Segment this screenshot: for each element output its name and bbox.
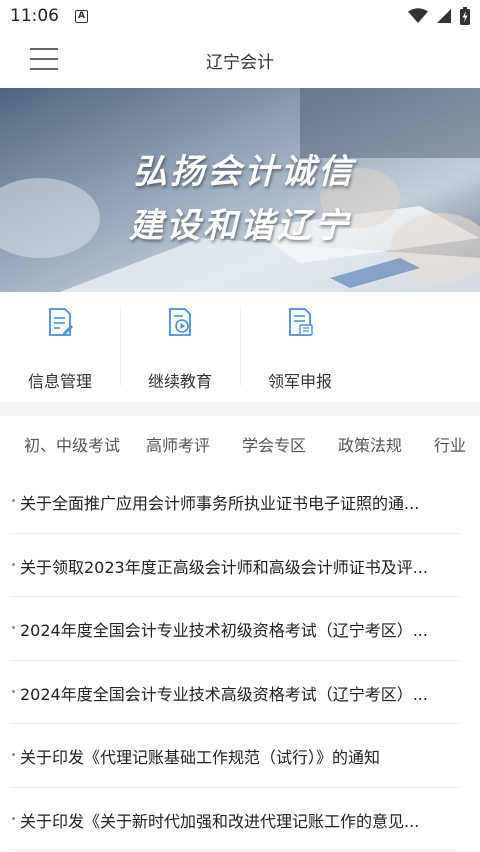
- quick-item-continuing-education[interactable]: 继续教育: [120, 292, 240, 402]
- bullet-dot-icon: [12, 626, 15, 629]
- news-title: 关于印发《代理记账基础工作规范（试行）》的通知: [20, 748, 381, 767]
- a-notification-icon: A: [75, 9, 88, 23]
- list-item[interactable]: 2024年度全国会计专业技术初级资格考试（辽宁考区）...: [10, 597, 460, 661]
- quick-menu: 信息管理 继续教育 领军申报: [0, 292, 480, 402]
- app-bar: 辽宁会计: [0, 32, 480, 88]
- bullet-dot-icon: [12, 689, 15, 693]
- wifi-icon: [408, 8, 428, 23]
- bullet-dot-icon: [12, 753, 15, 756]
- bullet-dot-icon: [12, 816, 15, 820]
- quick-item-label: 信息管理: [27, 372, 92, 391]
- news-title: 2024年度全国会计专业技术初级资格考试（辽宁考区）...: [20, 621, 428, 640]
- news-title: 关于领取2023年度正高级会计师和高级会计师证书及评...: [20, 557, 428, 577]
- quick-item-info-management[interactable]: 信息管理: [0, 292, 120, 402]
- battery-icon: [460, 7, 470, 25]
- status-icons: [408, 7, 470, 25]
- list-item[interactable]: 关于印发《关于新时代加强和改进代理记账工作的意见...: [10, 788, 460, 851]
- tab-senior-evaluation[interactable]: 高师考评: [146, 432, 210, 456]
- banner-image[interactable]: 弘扬会计诚信 建设和谐辽宁: [0, 88, 480, 292]
- quick-item-label: 领军申报: [267, 372, 332, 391]
- news-title: 关于印发《关于新时代加强和改进代理记账工作的意见...: [20, 811, 420, 831]
- quick-item-leader-application[interactable]: 领军申报: [240, 292, 360, 402]
- banner-slogan-line-1: 弘扬会计诚信: [133, 152, 355, 192]
- banner-slogan-line-2: 建设和谐辽宁: [129, 206, 351, 246]
- list-item[interactable]: 关于印发《代理记账基础工作规范（试行）》的通知: [10, 724, 460, 788]
- category-tabs: 初、中级考试 高师考评 学会专区 政策法规 行业: [0, 416, 480, 470]
- tab-industry[interactable]: 行业: [434, 432, 466, 456]
- bullet-dot-icon: [12, 499, 15, 502]
- news-title: 2024年度全国会计专业技术高级资格考试（辽宁考区）...: [20, 684, 428, 704]
- document-apply-icon: [289, 308, 313, 336]
- bullet-dot-icon: [12, 562, 15, 566]
- page-title: 辽宁会计: [206, 52, 274, 73]
- list-item[interactable]: 关于全面推广应用会计师事务所执业证书电子证照的通...: [10, 470, 460, 534]
- news-title: 关于全面推广应用会计师事务所执业证书电子证照的通...: [20, 494, 420, 513]
- news-list: 关于全面推广应用会计师事务所执业证书电子证照的通... 关于领取2023年度正高…: [0, 470, 480, 851]
- list-item[interactable]: 关于领取2023年度正高级会计师和高级会计师证书及评...: [10, 534, 460, 597]
- list-item[interactable]: 2024年度全国会计专业技术高级资格考试（辽宁考区）...: [10, 661, 460, 724]
- status-time: 11:06: [10, 6, 59, 26]
- tab-society-zone[interactable]: 学会专区: [242, 432, 306, 456]
- document-edit-icon: [49, 308, 73, 336]
- hamburger-menu-icon[interactable]: [30, 48, 58, 70]
- status-bar: 11:06 A: [0, 0, 480, 32]
- video-play-icon: [169, 308, 191, 336]
- signal-icon: [437, 9, 451, 23]
- tab-exam-junior-intermediate[interactable]: 初、中级考试: [24, 432, 120, 456]
- tab-policy-regulations[interactable]: 政策法规: [338, 432, 402, 456]
- quick-item-label: 继续教育: [147, 372, 212, 391]
- section-divider: [0, 402, 480, 416]
